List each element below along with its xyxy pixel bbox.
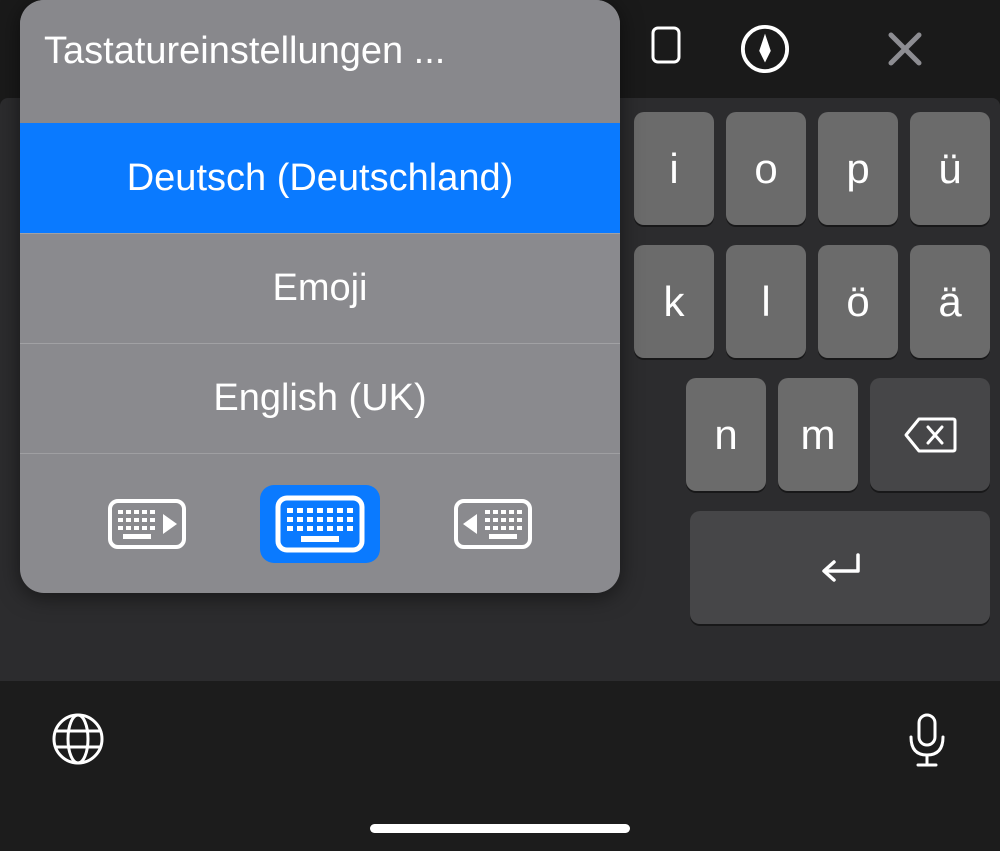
key-o[interactable]: o <box>726 112 806 225</box>
dock-left-button[interactable] <box>87 485 207 563</box>
key-i[interactable]: i <box>634 112 714 225</box>
key-l[interactable]: l <box>726 245 806 358</box>
pen-circle-icon[interactable] <box>740 24 790 74</box>
key-n[interactable]: n <box>686 378 766 491</box>
microphone-icon[interactable] <box>904 711 950 773</box>
keyboard-dock-row <box>20 453 620 593</box>
key-m[interactable]: m <box>778 378 858 491</box>
key-oe[interactable]: ö <box>818 245 898 358</box>
globe-icon[interactable] <box>50 711 106 767</box>
key-k[interactable]: k <box>634 245 714 358</box>
key-ae[interactable]: ä <box>910 245 990 358</box>
keyboard-option-german[interactable]: Deutsch (Deutschland) <box>20 123 620 233</box>
key-ue[interactable]: ü <box>910 112 990 225</box>
keyboard-option-english-uk[interactable]: English (UK) <box>20 343 620 453</box>
dock-center-button[interactable] <box>260 485 380 563</box>
key-p[interactable]: p <box>818 112 898 225</box>
enter-key[interactable] <box>690 511 990 624</box>
keyboard-bottom-bar <box>0 681 1000 851</box>
keyboard-switcher-popup: Tastatureinstellungen ... Deutsch (Deuts… <box>20 0 620 593</box>
keyboard-settings-item[interactable]: Tastatureinstellungen ... <box>20 0 620 123</box>
keyboard-option-emoji[interactable]: Emoji <box>20 233 620 343</box>
copy-icon[interactable] <box>640 24 690 74</box>
dock-right-button[interactable] <box>433 485 553 563</box>
home-indicator[interactable] <box>370 824 630 833</box>
close-icon[interactable] <box>880 24 930 74</box>
backspace-key[interactable] <box>870 378 990 491</box>
